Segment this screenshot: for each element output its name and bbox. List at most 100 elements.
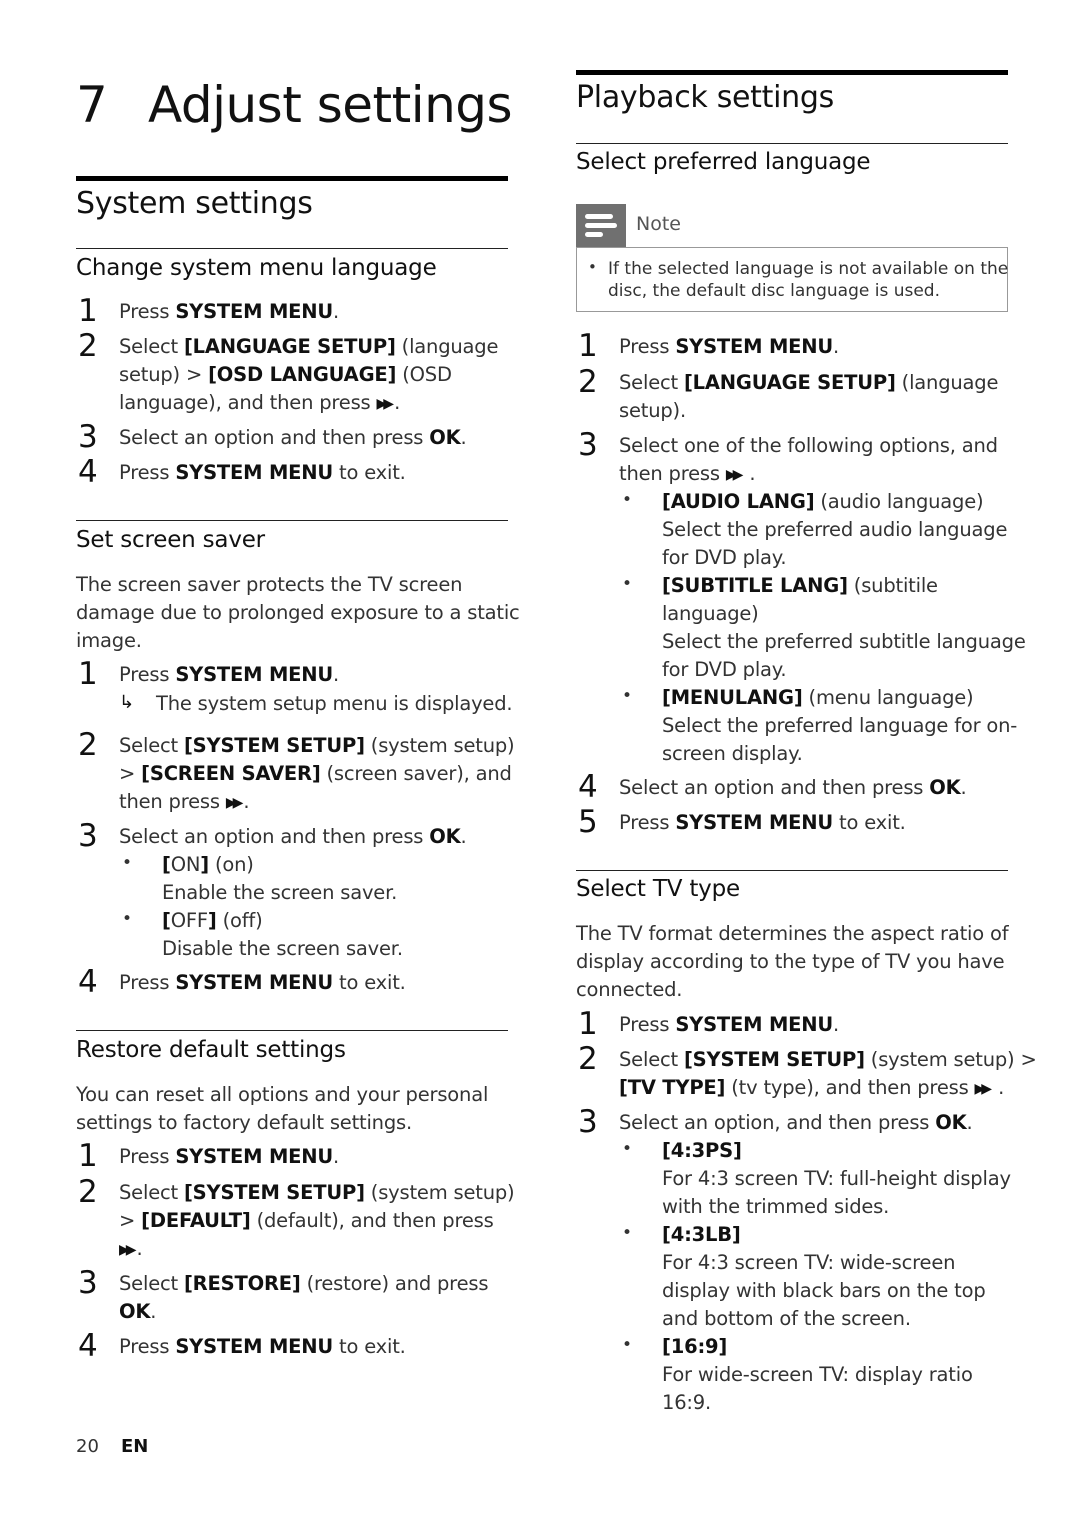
step-text: Press SYSTEM MENU to exit. bbox=[119, 461, 406, 484]
step-number: 5 bbox=[578, 804, 598, 840]
step-text: Select an option and then press OK. bbox=[119, 426, 467, 449]
step-number: 3 bbox=[78, 1265, 98, 1301]
option-text: Select the preferred language for on- bbox=[662, 714, 1018, 737]
step-text: Press SYSTEM MENU. bbox=[119, 1145, 340, 1168]
step-text: setup). bbox=[619, 399, 686, 422]
subsection-rule bbox=[76, 1030, 508, 1031]
step-number: 1 bbox=[578, 328, 598, 364]
step-text: Press SYSTEM MENU. bbox=[619, 335, 840, 358]
step-text: > [SCREEN SAVER] (screen saver), and bbox=[119, 762, 512, 785]
bullet: • bbox=[622, 574, 633, 594]
step-text: then press ▶▶. bbox=[119, 788, 250, 817]
intro-text: The screen saver protects the TV screen bbox=[76, 573, 463, 596]
step-text: Press SYSTEM MENU. bbox=[619, 1013, 840, 1036]
step-number: 2 bbox=[78, 1174, 98, 1210]
step-text: > [DEFAULT] (default), and then press bbox=[119, 1209, 494, 1232]
fast-forward-icon: ▶▶ bbox=[225, 795, 243, 811]
page-number: 20 bbox=[76, 1436, 99, 1457]
option-text: [16:9] bbox=[662, 1335, 728, 1358]
option-text: For wide-screen TV: display ratio bbox=[662, 1363, 973, 1386]
subsection-title-tv-type: Select TV type bbox=[576, 876, 740, 902]
option-text: [ON] (on) bbox=[162, 853, 254, 876]
note-bullet: • bbox=[588, 258, 597, 276]
step-text: setup) > [OSD LANGUAGE] (OSD bbox=[119, 363, 452, 386]
step-number: 1 bbox=[78, 1138, 98, 1174]
subsection-title-restore: Restore default settings bbox=[76, 1037, 346, 1063]
chapter-number: 7 bbox=[76, 76, 108, 134]
step-number: 3 bbox=[578, 427, 598, 463]
bullet: • bbox=[622, 1223, 633, 1243]
step-number: 4 bbox=[78, 454, 98, 490]
step-number: 2 bbox=[78, 727, 98, 763]
step-text: ▶▶. bbox=[119, 1235, 143, 1264]
step-text: Press SYSTEM MENU to exit. bbox=[119, 971, 406, 994]
intro-text: connected. bbox=[576, 978, 683, 1001]
step-number: 2 bbox=[78, 328, 98, 364]
result-arrow-icon: ↳ bbox=[119, 692, 135, 713]
note-label: Note bbox=[636, 213, 681, 235]
step-number: 4 bbox=[78, 964, 98, 1000]
section-rule bbox=[76, 176, 508, 181]
subsection-title-change-language: Change system menu language bbox=[76, 255, 437, 281]
step-text: Select [SYSTEM SETUP] (system setup) bbox=[119, 1181, 515, 1204]
step-number: 1 bbox=[78, 293, 98, 329]
step-text: then press ▶▶ . bbox=[619, 460, 756, 489]
option-text: [AUDIO LANG] (audio language) bbox=[662, 490, 984, 513]
fast-forward-icon: ▶▶ bbox=[725, 467, 743, 483]
note-line: If the selected language is not availabl… bbox=[608, 259, 1009, 279]
option-text: language) bbox=[662, 602, 759, 625]
step-number: 2 bbox=[578, 364, 598, 400]
bullet: • bbox=[622, 1139, 633, 1159]
page-language: EN bbox=[121, 1436, 149, 1457]
step-text: Press SYSTEM MENU. bbox=[119, 663, 340, 686]
option-text: with the trimmed sides. bbox=[662, 1195, 890, 1218]
intro-text: image. bbox=[76, 629, 142, 652]
intro-text: You can reset all options and your perso… bbox=[76, 1083, 489, 1106]
subsection-rule bbox=[576, 143, 1008, 144]
note-line: disc, the default disc language is used. bbox=[608, 281, 940, 301]
option-text: [MENULANG] (menu language) bbox=[662, 686, 974, 709]
step-text: Select [SYSTEM SETUP] (system setup) bbox=[119, 734, 515, 757]
option-text: display with black bars on the top bbox=[662, 1279, 986, 1302]
step-number: 3 bbox=[578, 1104, 598, 1140]
step-number: 1 bbox=[78, 656, 98, 692]
section-rule bbox=[576, 70, 1008, 75]
note-text: If the selected language is not availabl… bbox=[608, 258, 1008, 302]
step-text: [TV TYPE] (tv type), and then press ▶▶ . bbox=[619, 1074, 1004, 1103]
fast-forward-icon: ▶▶ bbox=[974, 1081, 992, 1097]
option-text: Select the preferred audio language bbox=[662, 518, 1008, 541]
section-title-system-settings: System settings bbox=[76, 186, 313, 221]
bullet: • bbox=[622, 490, 633, 510]
step-text: Select an option and then press OK. bbox=[619, 776, 967, 799]
step-text: Select one of the following options, and bbox=[619, 434, 998, 457]
bullet: • bbox=[122, 909, 133, 929]
subsection-title-preferred-language: Select preferred language bbox=[576, 149, 871, 175]
intro-text: damage due to prolonged exposure to a st… bbox=[76, 601, 520, 624]
step-text: Select [SYSTEM SETUP] (system setup) > bbox=[619, 1048, 1037, 1071]
subsection-title-screen-saver: Set screen saver bbox=[76, 527, 265, 553]
option-text: and bottom of the screen. bbox=[662, 1307, 911, 1330]
step-text: OK. bbox=[119, 1300, 157, 1323]
fast-forward-icon: ▶▶ bbox=[119, 1242, 136, 1258]
option-text: [OFF] (off) bbox=[162, 909, 263, 932]
intro-text: display according to the type of TV you … bbox=[576, 950, 1005, 973]
option-text: Select the preferred subtitle language bbox=[662, 630, 1026, 653]
option-text: Disable the screen saver. bbox=[162, 937, 403, 960]
subsection-rule bbox=[76, 248, 508, 249]
option-text: [SUBTITLE LANG] (subtitile bbox=[662, 574, 938, 597]
option-text: For 4:3 screen TV: full-height display bbox=[662, 1167, 1011, 1190]
step-text: Select an option and then press OK. bbox=[119, 825, 467, 848]
bullet: • bbox=[622, 686, 633, 706]
bullet: • bbox=[622, 1335, 633, 1355]
step-number: 3 bbox=[78, 818, 98, 854]
chapter-title-text: Adjust settings bbox=[148, 76, 513, 134]
chapter-title: 7 Adjust settings bbox=[76, 76, 513, 134]
option-text: Enable the screen saver. bbox=[162, 881, 398, 904]
section-title-playback-settings: Playback settings bbox=[576, 80, 834, 115]
step-number: 4 bbox=[78, 1328, 98, 1364]
option-text: for DVD play. bbox=[662, 546, 787, 569]
subsection-rule bbox=[76, 520, 508, 521]
step-result: The system setup menu is displayed. bbox=[156, 692, 513, 715]
step-text: Select [LANGUAGE SETUP] (language bbox=[619, 371, 999, 394]
option-text: for DVD play. bbox=[662, 658, 787, 681]
